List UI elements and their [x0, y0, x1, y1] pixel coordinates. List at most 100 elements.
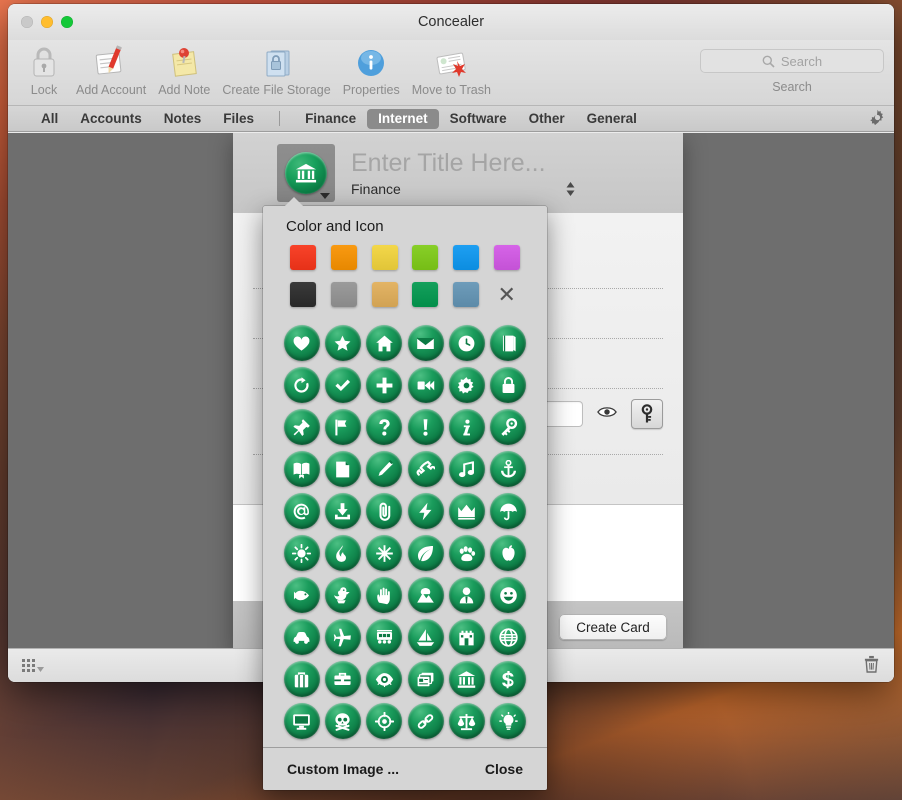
- hand-icon[interactable]: [366, 577, 403, 613]
- toolbar-button-add-note[interactable]: Add Note: [152, 42, 216, 97]
- person-icon[interactable]: [448, 577, 485, 613]
- bank-icon[interactable]: [448, 661, 485, 697]
- airplane-icon[interactable]: [324, 619, 361, 655]
- color-swatch-tan[interactable]: [371, 282, 398, 307]
- train-icon[interactable]: [366, 619, 403, 655]
- anchor-icon[interactable]: [490, 451, 527, 487]
- umbrella-icon[interactable]: [490, 493, 527, 529]
- cards-icon[interactable]: [407, 661, 444, 697]
- lightbulb-icon[interactable]: [490, 703, 527, 739]
- toolbar-button-properties[interactable]: Properties: [337, 42, 406, 97]
- minimize-window-button[interactable]: [41, 16, 53, 28]
- duck-icon[interactable]: [324, 577, 361, 613]
- skull-icon[interactable]: [324, 703, 361, 739]
- color-swatch-orange[interactable]: [330, 245, 357, 270]
- icon-chooser-button[interactable]: [277, 144, 335, 202]
- close-window-button[interactable]: [21, 16, 33, 28]
- info-icon[interactable]: [448, 409, 485, 445]
- leaf-icon[interactable]: [407, 535, 444, 571]
- tab-software[interactable]: Software: [439, 109, 518, 129]
- color-swatch-magenta[interactable]: [493, 245, 520, 270]
- color-swatch-steel-blue[interactable]: [452, 282, 479, 307]
- color-swatch-blue[interactable]: [452, 245, 479, 270]
- eye-icon[interactable]: [597, 405, 617, 424]
- category-selector[interactable]: Finance: [351, 180, 576, 198]
- dollar-icon[interactable]: [490, 661, 527, 697]
- star-icon[interactable]: [324, 325, 361, 361]
- flame-icon[interactable]: [324, 535, 361, 571]
- color-swatch-none-icon[interactable]: ✕: [494, 282, 520, 307]
- tab-notes[interactable]: Notes: [153, 109, 213, 129]
- create-card-button[interactable]: Create Card: [559, 614, 667, 640]
- generate-password-button[interactable]: [631, 399, 663, 429]
- color-swatch-red[interactable]: [290, 245, 317, 270]
- exclamation-icon[interactable]: [407, 409, 444, 445]
- sailboat-icon[interactable]: [407, 619, 444, 655]
- gear-icon[interactable]: [869, 109, 886, 129]
- music-note-icon[interactable]: [448, 451, 485, 487]
- envelope-icon[interactable]: [407, 325, 444, 361]
- snowflake-icon[interactable]: [366, 535, 403, 571]
- maximize-window-button[interactable]: [61, 16, 73, 28]
- phone-icon[interactable]: [407, 451, 444, 487]
- tab-internet[interactable]: Internet: [367, 108, 439, 129]
- grid-view-icon[interactable]: [22, 659, 44, 672]
- sun-icon[interactable]: [283, 535, 320, 571]
- mountain-icon[interactable]: [407, 577, 444, 613]
- trash-icon[interactable]: [863, 654, 880, 678]
- tab-other[interactable]: Other: [518, 109, 576, 129]
- toolbar-button-move-to-trash[interactable]: Move to Trash: [406, 42, 497, 97]
- chain-icon[interactable]: [407, 703, 444, 739]
- home-icon[interactable]: [366, 325, 403, 361]
- fish-icon[interactable]: [283, 577, 320, 613]
- suitcase-icon[interactable]: [283, 661, 320, 697]
- color-swatch-gray[interactable]: [330, 282, 357, 307]
- color-swatch-green[interactable]: [412, 245, 439, 270]
- monitor-icon[interactable]: [283, 703, 320, 739]
- car-icon[interactable]: [283, 619, 320, 655]
- pencil-icon[interactable]: [366, 451, 403, 487]
- lightning-icon[interactable]: [407, 493, 444, 529]
- globe-icon[interactable]: [490, 619, 527, 655]
- at-sign-icon[interactable]: [283, 493, 320, 529]
- smiley-icon[interactable]: [490, 577, 527, 613]
- search-input[interactable]: Search: [700, 49, 884, 73]
- heart-icon[interactable]: [283, 325, 320, 361]
- apple-icon[interactable]: [490, 535, 527, 571]
- briefcase-icon[interactable]: [324, 661, 361, 697]
- card-title-input[interactable]: Enter Title Here...: [351, 148, 669, 178]
- color-swatch-dark-green[interactable]: [412, 282, 439, 307]
- toolbar-button-add-account[interactable]: Add Account: [70, 42, 152, 97]
- download-icon[interactable]: [324, 493, 361, 529]
- check-icon[interactable]: [324, 367, 361, 403]
- castle-icon[interactable]: [448, 619, 485, 655]
- close-popover-button[interactable]: Close: [485, 761, 523, 777]
- refresh-icon[interactable]: [283, 367, 320, 403]
- open-book-icon[interactable]: [283, 451, 320, 487]
- plus-icon[interactable]: [366, 367, 403, 403]
- gear-icon[interactable]: [448, 367, 485, 403]
- tab-files[interactable]: Files: [212, 109, 265, 129]
- pushpin-icon[interactable]: [283, 409, 320, 445]
- scales-icon[interactable]: [448, 703, 485, 739]
- custom-image-button[interactable]: Custom Image ...: [287, 761, 399, 777]
- toolbar-button-lock[interactable]: Lock: [18, 42, 70, 97]
- tab-general[interactable]: General: [576, 109, 648, 129]
- key-icon[interactable]: [490, 409, 527, 445]
- paperclip-icon[interactable]: [366, 493, 403, 529]
- crown-icon[interactable]: [448, 493, 485, 529]
- lock-icon[interactable]: [490, 367, 527, 403]
- eye-icon[interactable]: [366, 661, 403, 697]
- tab-accounts[interactable]: Accounts: [69, 109, 153, 129]
- clock-icon[interactable]: [448, 325, 485, 361]
- page-icon[interactable]: [324, 451, 361, 487]
- tab-finance[interactable]: Finance: [294, 109, 367, 129]
- flag-icon[interactable]: [324, 409, 361, 445]
- question-icon[interactable]: [366, 409, 403, 445]
- paw-icon[interactable]: [448, 535, 485, 571]
- fast-forward-icon[interactable]: [407, 367, 444, 403]
- color-swatch-yellow[interactable]: [371, 245, 398, 270]
- toolbar-button-create-file-storage[interactable]: Create File Storage: [216, 42, 336, 97]
- target-icon[interactable]: [366, 703, 403, 739]
- book-icon[interactable]: [490, 325, 527, 361]
